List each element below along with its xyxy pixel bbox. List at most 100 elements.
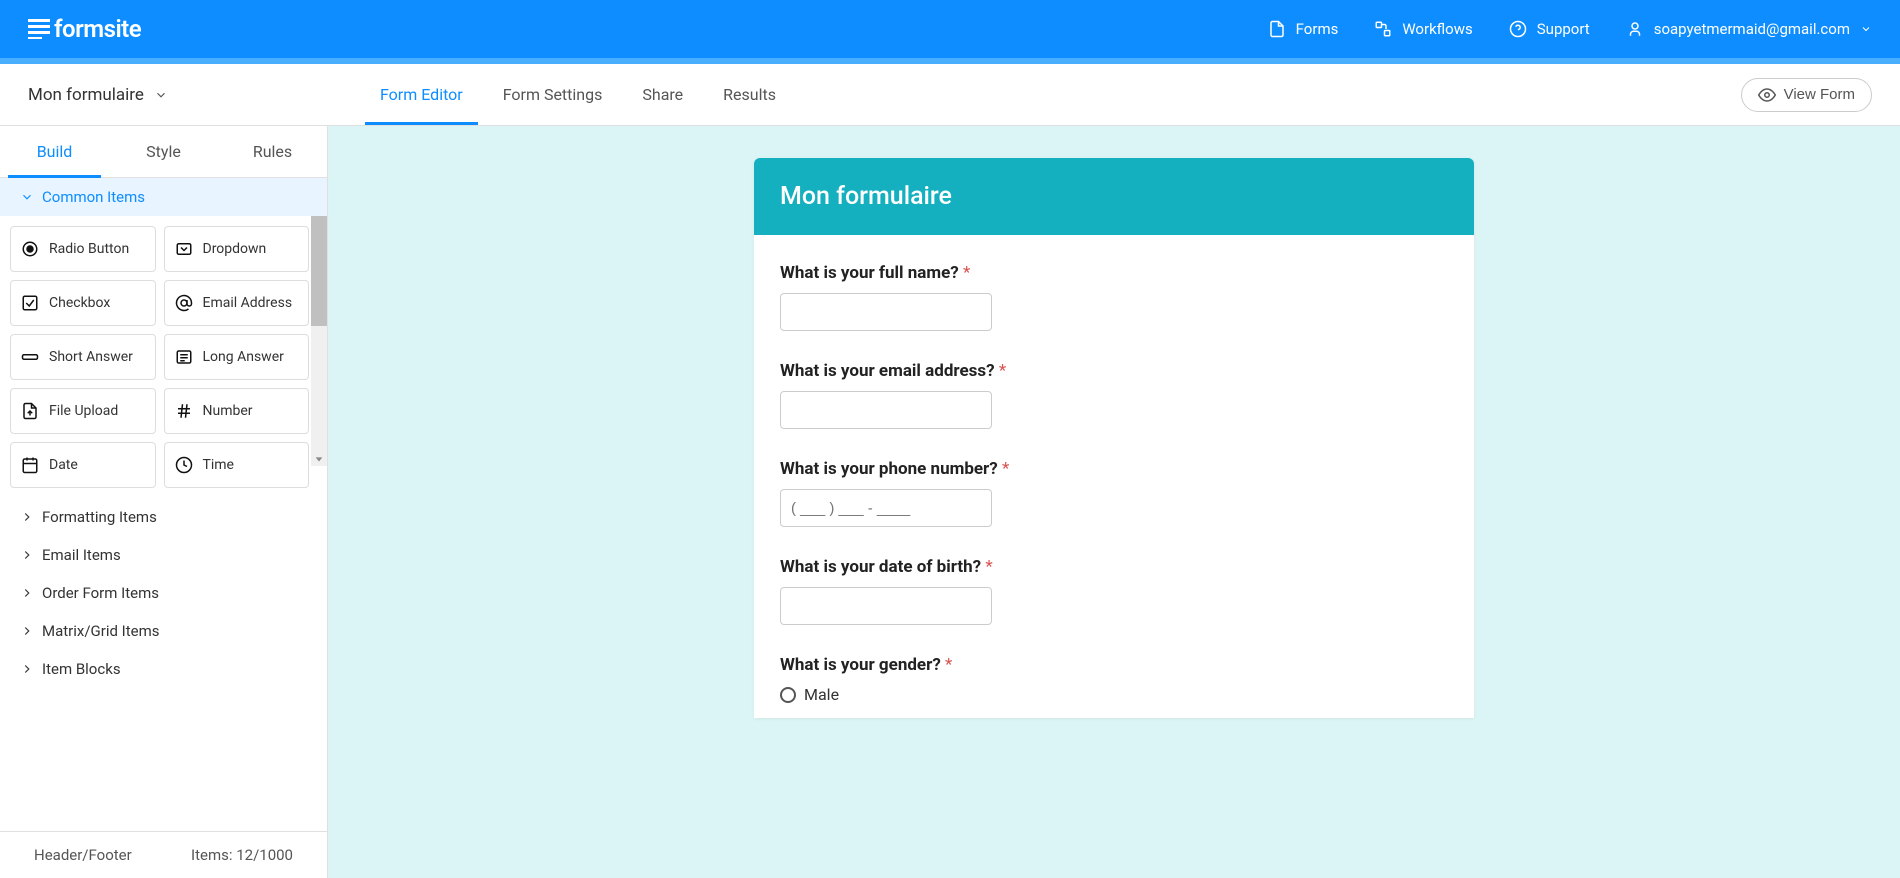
upload-icon [21,402,39,420]
item-date[interactable]: Date [10,442,156,488]
phone-input[interactable] [780,489,992,527]
long-text-icon [175,348,193,366]
brand-logo[interactable]: formsite [28,15,141,43]
tab-results[interactable]: Results [723,65,776,124]
field-label-text: What is your date of birth? [780,557,981,577]
scrollbar-track[interactable] [311,216,327,466]
radio-option-male[interactable]: Male [780,685,1448,704]
item-long-label: Long Answer [203,349,284,365]
nav-workflows[interactable]: Workflows [1374,20,1472,38]
item-long-answer[interactable]: Long Answer [164,334,310,380]
category-common-items[interactable]: Common Items [0,178,327,216]
category-formatting-items[interactable]: Formatting Items [0,498,327,536]
eye-icon [1758,86,1776,104]
workflow-icon [1374,20,1392,38]
item-email-label: Email Address [203,295,293,311]
tab-share[interactable]: Share [642,65,683,124]
chevron-down-icon [154,88,168,102]
category-common-label: Common Items [42,188,145,206]
items-grid: Radio Button Dropdown Checkbox Email Add… [0,216,327,498]
field-label: What is your phone number? * [780,459,1448,479]
chevron-right-icon [20,624,34,638]
dropdown-icon [175,240,193,258]
required-indicator: * [999,361,1006,381]
view-form-label: View Form [1784,86,1855,103]
brand-text: formsite [54,15,141,43]
radio-label: Male [804,685,839,704]
required-indicator: * [945,655,952,675]
tab-share-label: Share [642,85,683,104]
document-icon [1268,20,1286,38]
category-email-items[interactable]: Email Items [0,536,327,574]
item-file-upload[interactable]: File Upload [10,388,156,434]
header-footer-link[interactable]: Header/Footer [34,846,132,864]
radio-icon [780,687,796,703]
category-blocks-label: Item Blocks [42,660,121,678]
required-indicator: * [985,557,992,577]
item-radio-label: Radio Button [49,241,129,257]
field-label-text: What is your gender? [780,655,941,675]
field-label-text: What is your full name? [780,263,959,283]
field-label-text: What is your email address? [780,361,995,381]
nav-forms[interactable]: Forms [1268,20,1339,38]
category-item-blocks[interactable]: Item Blocks [0,650,327,688]
tab-form-settings[interactable]: Form Settings [503,65,603,124]
tab-form-settings-label: Form Settings [503,85,603,104]
category-email-label: Email Items [42,546,121,564]
tab-form-editor-label: Form Editor [380,85,463,104]
sidebar-tab-rules[interactable]: Rules [218,126,327,177]
form-preview-header[interactable]: Mon formulaire [754,158,1474,235]
item-radio-button[interactable]: Radio Button [10,226,156,272]
form-preview-body: What is your full name? * What is your e… [754,235,1474,718]
top-header: formsite Forms Workflows Support soapyet… [0,0,1900,58]
short-text-icon [21,348,39,366]
required-indicator: * [963,263,970,283]
item-time[interactable]: Time [164,442,310,488]
sidebar-tab-build-label: Build [37,142,73,161]
sidebar-tab-style[interactable]: Style [109,126,218,177]
field-phone[interactable]: What is your phone number? * [780,459,1448,527]
item-short-label: Short Answer [49,349,133,365]
chevron-right-icon [20,548,34,562]
full-name-input[interactable] [780,293,992,331]
nav-workflows-label: Workflows [1402,20,1472,38]
field-gender[interactable]: What is your gender? * Male [780,655,1448,704]
required-indicator: * [1002,459,1009,479]
field-email[interactable]: What is your email address? * [780,361,1448,429]
item-date-label: Date [49,457,78,473]
view-form-button[interactable]: View Form [1741,78,1872,112]
item-dropdown-label: Dropdown [203,241,267,257]
dob-input[interactable] [780,587,992,625]
category-formatting-label: Formatting Items [42,508,157,526]
item-dropdown[interactable]: Dropdown [164,226,310,272]
sidebar-tab-style-label: Style [146,142,181,161]
form-title-label: Mon formulaire [28,85,144,105]
item-checkbox-label: Checkbox [49,295,110,311]
sub-tabs: Form Editor Form Settings Share Results [380,65,776,124]
form-title-dropdown[interactable]: Mon formulaire [28,85,168,105]
field-label: What is your email address? * [780,361,1448,381]
category-order-items[interactable]: Order Form Items [0,574,327,612]
field-full-name[interactable]: What is your full name? * [780,263,1448,331]
form-canvas: Mon formulaire What is your full name? *… [328,126,1900,878]
radio-icon [21,240,39,258]
item-number[interactable]: Number [164,388,310,434]
nav-support-label: Support [1537,20,1590,38]
sidebar-tab-build[interactable]: Build [0,126,109,177]
category-matrix-items[interactable]: Matrix/Grid Items [0,612,327,650]
scrollbar-thumb[interactable] [311,216,327,326]
tab-form-editor[interactable]: Form Editor [380,65,463,124]
nav-forms-label: Forms [1296,20,1339,38]
form-preview: Mon formulaire What is your full name? *… [754,158,1474,718]
nav-support[interactable]: Support [1509,20,1590,38]
sidebar: Build Style Rules Common Items Radio But… [0,126,328,878]
field-label: What is your date of birth? * [780,557,1448,577]
item-email-address[interactable]: Email Address [164,280,310,326]
item-checkbox[interactable]: Checkbox [10,280,156,326]
email-input[interactable] [780,391,992,429]
item-short-answer[interactable]: Short Answer [10,334,156,380]
user-menu[interactable]: soapyetmermaid@gmail.com [1626,20,1872,38]
chevron-right-icon [20,662,34,676]
field-dob[interactable]: What is your date of birth? * [780,557,1448,625]
help-icon [1509,20,1527,38]
